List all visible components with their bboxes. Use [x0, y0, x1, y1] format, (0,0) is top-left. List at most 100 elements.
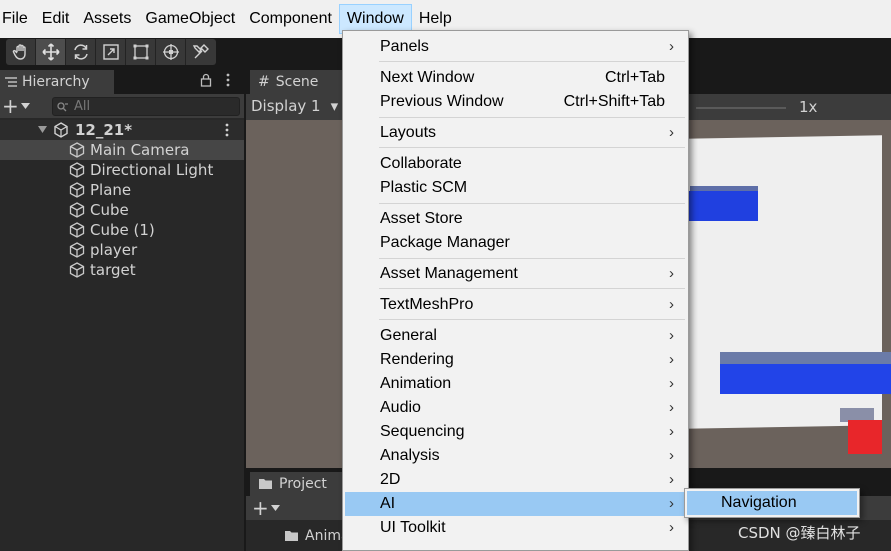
hierarchy-item-label: Main Camera: [90, 141, 190, 159]
chevron-right-icon: ›: [669, 351, 674, 368]
scale-icon: [102, 44, 119, 60]
gameobject-cube-icon: [69, 242, 85, 258]
red-target-cube: [848, 420, 882, 454]
chevron-right-icon: ›: [669, 265, 674, 282]
menu-item-general[interactable]: General ›: [345, 324, 686, 348]
custom-tool-button[interactable]: [186, 39, 216, 65]
gameobject-cube-icon: [69, 182, 85, 198]
chevron-right-icon: ›: [669, 38, 674, 55]
menu-item-label: Analysis: [380, 447, 440, 464]
menu-separator: [379, 203, 685, 204]
move-tool-button[interactable]: [36, 39, 66, 65]
menu-item-label: Rendering: [380, 351, 454, 368]
rect-tool-button[interactable]: [126, 39, 156, 65]
menu-item-label: 2D: [380, 471, 401, 488]
custom-tool-icon: [192, 44, 209, 59]
expand-arrow-icon[interactable]: [38, 126, 47, 134]
hierarchy-tree: 12_21* Main Camera Directional Light Pla…: [0, 120, 244, 280]
menu-item-2d[interactable]: 2D ›: [345, 468, 686, 492]
hand-icon: [12, 44, 26, 60]
menu-separator: [379, 319, 685, 320]
menu-item-textmeshpro[interactable]: TextMeshPro ›: [345, 293, 686, 317]
gameobject-cube-icon: [69, 142, 85, 158]
menu-item-next-window[interactable]: Next Window Ctrl+Tab: [345, 66, 686, 90]
hierarchy-item-label: Directional Light: [90, 161, 214, 179]
grid-icon: #: [258, 74, 270, 90]
search-icon: [57, 101, 68, 111]
menu-file[interactable]: File: [0, 4, 35, 34]
rect-icon: [133, 44, 148, 60]
menu-item-label: Asset Store: [380, 210, 463, 227]
plus-icon: +: [2, 94, 19, 118]
hierarchy-item-cube[interactable]: Cube: [0, 200, 244, 220]
create-asset-button[interactable]: +: [252, 498, 280, 518]
menu-gameobject[interactable]: GameObject: [138, 4, 242, 34]
shortcut-label: Ctrl+Tab: [604, 69, 665, 86]
hierarchy-item-player[interactable]: player: [0, 240, 244, 260]
menu-item-previous-window[interactable]: Previous Window Ctrl+Shift+Tab: [345, 90, 686, 114]
menu-item-layouts[interactable]: Layouts ›: [345, 121, 686, 145]
menu-item-plastic-scm[interactable]: Plastic SCM: [345, 176, 686, 200]
tab-project-label: Project: [279, 476, 327, 492]
menu-edit[interactable]: Edit: [35, 4, 77, 34]
scale-tool-button[interactable]: [96, 39, 126, 65]
chevron-down-icon: [20, 103, 30, 109]
chevron-right-icon: ›: [669, 471, 674, 488]
menu-item-navigation[interactable]: Navigation: [687, 491, 857, 515]
menu-component[interactable]: Component: [242, 4, 339, 34]
transform-tool-button[interactable]: [156, 39, 186, 65]
menu-item-label: Panels: [380, 38, 429, 55]
list-icon: [5, 77, 17, 87]
menu-item-ui-toolkit[interactable]: UI Toolkit ›: [345, 516, 686, 540]
hierarchy-search-input[interactable]: All: [52, 97, 240, 116]
scene-options-icon[interactable]: [224, 123, 230, 137]
menu-item-label: UI Toolkit: [380, 519, 446, 536]
blue-cube: [686, 191, 758, 221]
unity-scene-icon: [54, 122, 68, 138]
menu-separator: [379, 117, 685, 118]
hierarchy-item-cube-1[interactable]: Cube (1): [0, 220, 244, 240]
menu-item-animation[interactable]: Animation ›: [345, 372, 686, 396]
hierarchy-item-directional-light[interactable]: Directional Light: [0, 160, 244, 180]
watermark: CSDN @臻白林子: [738, 524, 861, 542]
cube-1-top-face: [720, 352, 891, 364]
rotate-icon: [73, 44, 88, 60]
menu-item-audio[interactable]: Audio ›: [345, 396, 686, 420]
menu-item-asset-management[interactable]: Asset Management ›: [345, 262, 686, 286]
menu-item-label: General: [380, 327, 437, 344]
chevron-right-icon: ›: [669, 447, 674, 464]
menu-item-label: Navigation: [721, 494, 797, 511]
more-options-icon[interactable]: [225, 73, 231, 87]
lock-icon[interactable]: [200, 73, 212, 87]
menu-separator: [379, 288, 685, 289]
menu-separator: [379, 61, 685, 62]
menu-item-asset-store[interactable]: Asset Store: [345, 207, 686, 231]
gameobject-cube-icon: [69, 162, 85, 178]
gameobject-cube-icon: [69, 202, 85, 218]
plus-icon: +: [252, 496, 269, 520]
menu-item-collaborate[interactable]: Collaborate: [345, 152, 686, 176]
rotate-tool-button[interactable]: [66, 39, 96, 65]
menu-assets[interactable]: Assets: [76, 4, 138, 34]
menu-item-label: Asset Management: [380, 265, 518, 282]
scale-slider[interactable]: [696, 107, 786, 109]
menu-item-ai[interactable]: AI ›: [345, 492, 686, 516]
hand-tool-button[interactable]: [6, 39, 36, 65]
hierarchy-item-target[interactable]: target: [0, 260, 244, 280]
hierarchy-item-plane[interactable]: Plane: [0, 180, 244, 200]
menu-item-panels[interactable]: Panels ›: [345, 35, 686, 59]
hierarchy-item-label: player: [90, 241, 138, 259]
chevron-right-icon: ›: [669, 375, 674, 392]
menu-item-sequencing[interactable]: Sequencing ›: [345, 420, 686, 444]
menu-item-package-manager[interactable]: Package Manager: [345, 231, 686, 255]
hierarchy-item-main-camera[interactable]: Main Camera: [0, 140, 244, 160]
display-dropdown[interactable]: Display 1 ▾: [251, 97, 338, 115]
tab-hierarchy[interactable]: Hierarchy: [0, 70, 114, 94]
menu-item-label: TextMeshPro: [380, 296, 474, 313]
menu-item-rendering[interactable]: Rendering ›: [345, 348, 686, 372]
menu-item-analysis[interactable]: Analysis ›: [345, 444, 686, 468]
scene-row[interactable]: 12_21*: [0, 120, 244, 140]
hierarchy-item-label: Cube: [90, 201, 129, 219]
chevron-right-icon: ›: [669, 327, 674, 344]
add-object-button[interactable]: +: [2, 96, 30, 116]
